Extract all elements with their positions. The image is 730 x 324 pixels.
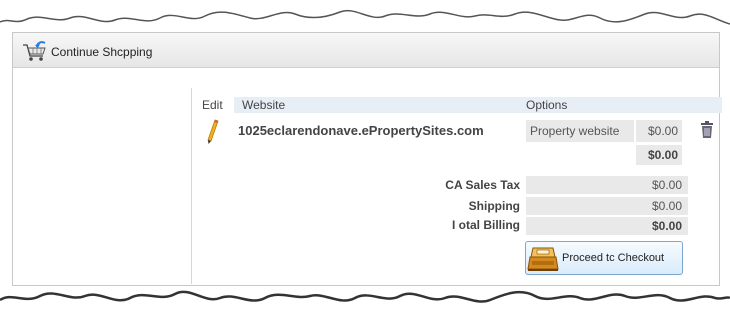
trash-icon[interactable] (700, 121, 714, 142)
header-options-label: Options (526, 98, 568, 112)
sales-tax-label: CA Sales Tax (445, 178, 520, 192)
proceed-to-checkout-button[interactable]: Proceed tc Checkout (525, 241, 683, 275)
total-billing-value: $0.00 (651, 219, 682, 233)
shipping-label: Shipping (468, 199, 520, 213)
continue-shopping-button[interactable]: Continue Shcpping (21, 41, 152, 63)
continue-shopping-label: Continue Shcpping (51, 45, 153, 59)
item-price: $0.00 (647, 124, 678, 138)
item-option: Property website (530, 124, 620, 138)
checkout-register-icon (527, 247, 559, 271)
edit-pencil-icon[interactable] (206, 119, 220, 148)
cart-panel: Continue Shcpping Edit Website Options 1… (12, 32, 722, 286)
header-edit: Edit (202, 98, 223, 112)
proceed-to-checkout-label: Proceed tc Checkout (562, 252, 665, 264)
item-website: 1025eclarendonave.ePropertySites.com (238, 123, 484, 138)
sales-tax-value: $0.00 (651, 178, 682, 192)
toolbar: Continue Shcpping (13, 33, 719, 68)
header-website: Website (234, 97, 530, 113)
item-subtotal: $0.00 (647, 148, 678, 162)
total-billing-label: I otal Billing (452, 218, 520, 232)
shopping-cart-icon (23, 41, 46, 61)
shipping-value: $0.00 (651, 199, 682, 213)
header-options: Options (526, 97, 722, 113)
